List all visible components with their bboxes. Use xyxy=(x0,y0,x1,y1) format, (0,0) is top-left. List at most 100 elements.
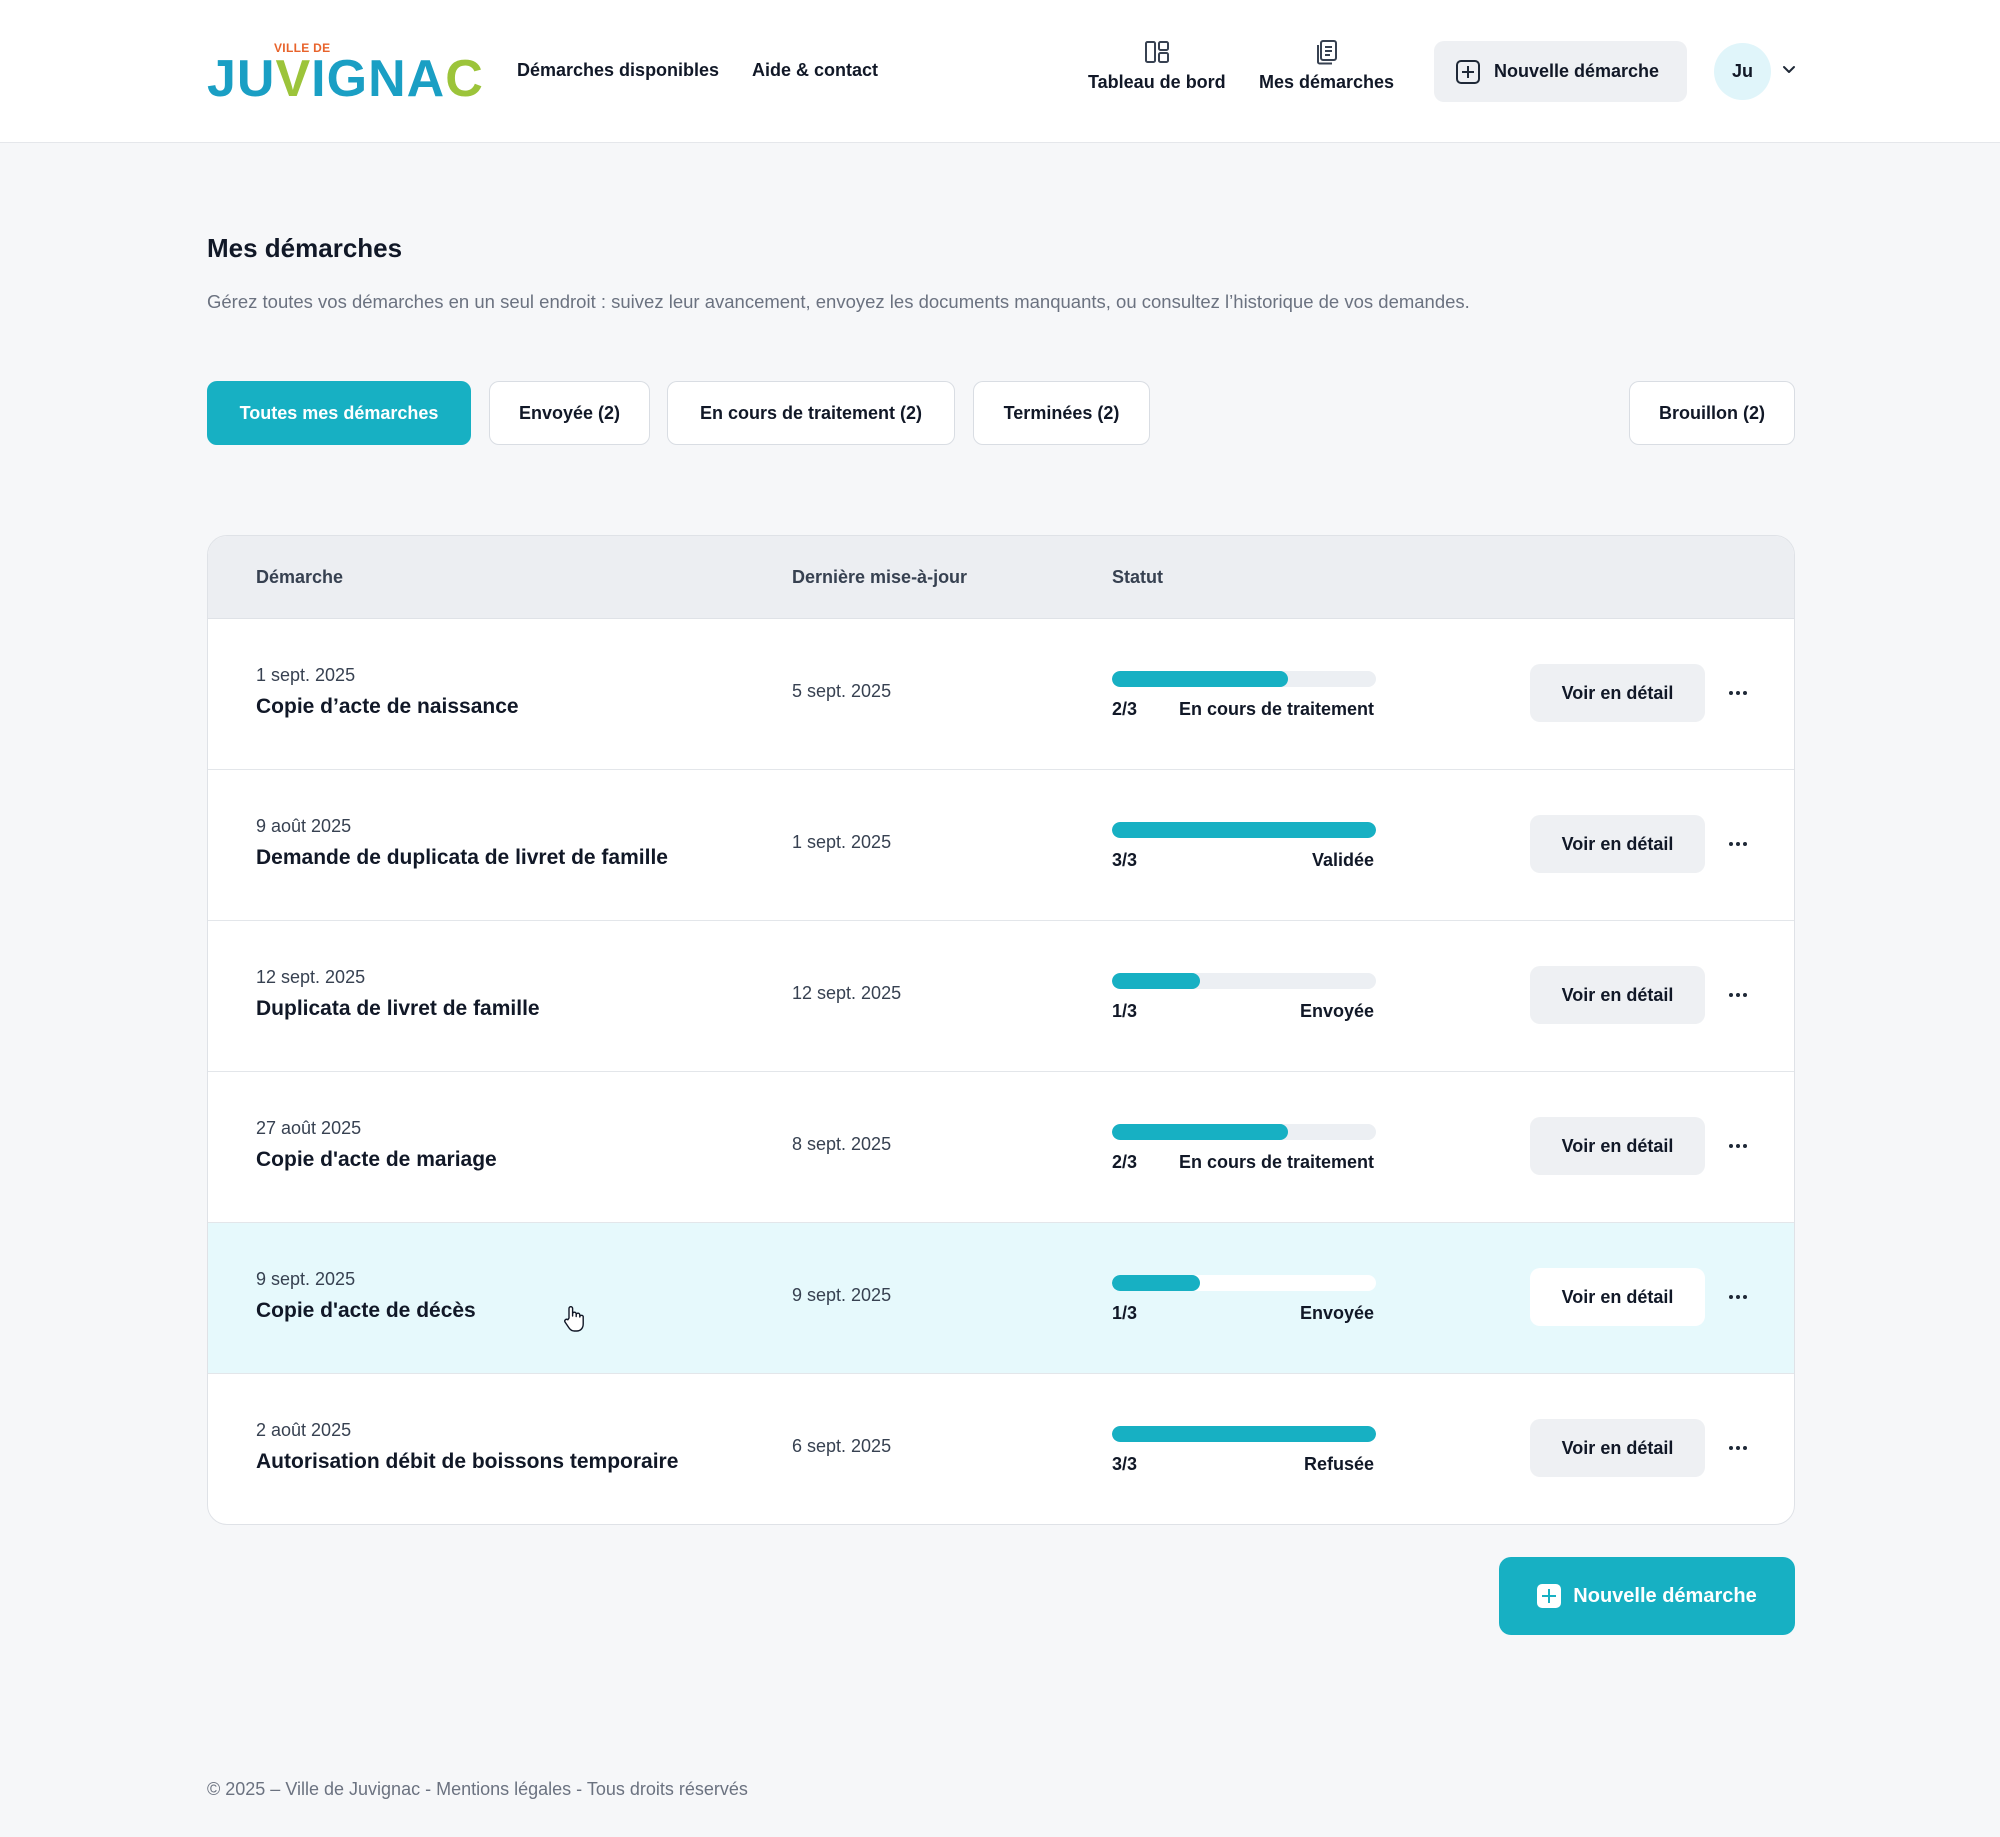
progress-bar xyxy=(1112,1426,1376,1442)
logo-letter: V xyxy=(275,50,312,108)
row-demarche-title[interactable]: Autorisation débit de boissons temporair… xyxy=(256,1450,678,1474)
documents-icon xyxy=(1316,40,1337,65)
voir-en-detail-button[interactable]: Voir en détail xyxy=(1530,1268,1705,1326)
logo-letter: J xyxy=(207,50,237,108)
new-demarche-button-label: Nouvelle démarche xyxy=(1494,61,1660,81)
dot xyxy=(1743,1295,1747,1299)
dot xyxy=(1736,993,1740,997)
progress-bar xyxy=(1112,1124,1376,1140)
progress-bar-fill xyxy=(1112,1275,1200,1291)
progress-step: 1/3 xyxy=(1112,1001,1138,1021)
dot xyxy=(1743,842,1747,846)
row-last-update: 12 sept. 2025 xyxy=(792,983,902,1003)
user-avatar[interactable]: Ju xyxy=(1714,43,1771,100)
tab-envoyee[interactable]: Envoyée (2) xyxy=(489,381,650,445)
row-last-update: 1 sept. 2025 xyxy=(792,832,892,852)
dot xyxy=(1729,1446,1733,1450)
progress-bar xyxy=(1112,1275,1376,1291)
table-row[interactable]: 27 août 2025 Copie d'acte de mariage 8 sep… xyxy=(208,1072,1794,1223)
progress-bar-fill xyxy=(1112,671,1289,687)
status-label: En cours de traitement xyxy=(1178,1152,1374,1172)
progress-step: 3/3 xyxy=(1112,1454,1138,1474)
logo-letter: N xyxy=(368,50,407,108)
table-row[interactable]: 9 sept. 2025 Copie d'acte de décès 9 sept.… xyxy=(208,1223,1794,1374)
table-row[interactable]: 12 sept. 2025 Duplicata de livret de fami… xyxy=(208,921,1794,1072)
dot xyxy=(1743,1446,1747,1450)
more-options-icon[interactable] xyxy=(1724,681,1752,705)
page-title: Mes démarches xyxy=(207,233,403,263)
nav-mes-demarches-label: Mes démarches xyxy=(1259,72,1395,92)
column-header-statut: Statut xyxy=(1112,567,1163,587)
new-demarche-button-header[interactable]: Nouvelle démarche xyxy=(1434,41,1687,102)
logo-letter: I xyxy=(311,50,327,108)
tab-toutes-mes-demarches[interactable]: Toutes mes démarches xyxy=(207,381,471,445)
more-options-icon[interactable] xyxy=(1724,1134,1752,1158)
row-demarche-title[interactable]: Duplicata de livret de famille xyxy=(256,997,540,1021)
status-label: Envoyée xyxy=(1299,1303,1374,1323)
row-demarche-title[interactable]: Copie d'acte de mariage xyxy=(256,1148,497,1172)
logo-wordmark: JUVIGNAC xyxy=(207,51,484,107)
status-label: En cours de traitement xyxy=(1178,699,1374,719)
row-demarche-title[interactable]: Copie d’acte de naissance xyxy=(256,695,519,719)
status-label: Validée xyxy=(1311,850,1374,870)
new-demarche-button[interactable]: Nouvelle démarche xyxy=(1499,1557,1795,1635)
row-created-date: 2 août 2025 xyxy=(256,1420,352,1440)
dot xyxy=(1743,993,1747,997)
progress-step: 3/3 xyxy=(1112,850,1138,870)
dot xyxy=(1736,842,1740,846)
progress-step: 2/3 xyxy=(1112,699,1138,719)
row-created-date: 1 sept. 2025 xyxy=(256,665,356,685)
plus-square-icon xyxy=(1537,1584,1562,1608)
logo-letter: U xyxy=(236,50,276,108)
row-demarche-title[interactable]: Demande de duplicata de livret de famill… xyxy=(256,846,668,870)
plus-square-icon xyxy=(1456,59,1480,84)
more-options-icon[interactable] xyxy=(1724,1285,1752,1309)
row-last-update: 6 sept. 2025 xyxy=(792,1436,892,1456)
progress-bar-fill xyxy=(1112,1124,1289,1140)
nav-link-aide-contact[interactable]: Aide & contact xyxy=(752,60,878,81)
tab-en-cours-de-traitement[interactable]: En cours de traitement (2) xyxy=(667,381,955,445)
row-last-update: 8 sept. 2025 xyxy=(792,1134,892,1154)
logo-letter: A xyxy=(406,50,446,108)
more-options-icon[interactable] xyxy=(1724,832,1752,856)
row-created-date: 9 sept. 2025 xyxy=(256,1269,356,1289)
dot xyxy=(1729,842,1733,846)
table-row[interactable]: 1 sept. 2025 Copie d’acte de naissance 5 s… xyxy=(208,619,1794,770)
dot xyxy=(1743,691,1747,695)
dot xyxy=(1729,1295,1733,1299)
tab-terminees[interactable]: Terminées (2) xyxy=(973,381,1150,445)
nav-tableau-de-bord-label: Tableau de bord xyxy=(1088,72,1226,92)
dot xyxy=(1736,1144,1740,1148)
row-last-update: 9 sept. 2025 xyxy=(792,1285,892,1305)
table-row[interactable]: 9 août 2025 Demande de duplicata de livre… xyxy=(208,770,1794,921)
voir-en-detail-button[interactable]: Voir en détail xyxy=(1530,1117,1705,1175)
voir-en-detail-button[interactable]: Voir en détail xyxy=(1530,1419,1705,1477)
progress-step: 2/3 xyxy=(1112,1152,1138,1172)
logo-letter: C xyxy=(445,50,484,108)
status-label: Refusée xyxy=(1303,1454,1374,1474)
dot xyxy=(1729,993,1733,997)
chevron-down-icon[interactable] xyxy=(1781,61,1797,77)
nav-link-demarches-disponibles[interactable]: Démarches disponibles xyxy=(517,60,719,81)
progress-bar xyxy=(1112,671,1376,687)
row-created-date: 9 août 2025 xyxy=(256,816,352,836)
top-header: VILLE DE JUVIGNAC Démarches disponibles … xyxy=(0,0,2000,143)
juvignac-logo[interactable]: VILLE DE JUVIGNAC xyxy=(207,40,483,107)
row-created-date: 27 août 2025 xyxy=(256,1118,362,1138)
nav-tableau-de-bord[interactable]: Tableau de bord xyxy=(1088,38,1226,93)
more-options-icon[interactable] xyxy=(1724,983,1752,1007)
dot xyxy=(1729,691,1733,695)
hand-cursor-icon xyxy=(564,1306,584,1332)
voir-en-detail-button[interactable]: Voir en détail xyxy=(1530,664,1705,722)
voir-en-detail-button[interactable]: Voir en détail xyxy=(1530,815,1705,873)
tab-brouillon[interactable]: Brouillon (2) xyxy=(1629,381,1795,445)
column-header-demarche: Démarche xyxy=(256,567,344,587)
row-demarche-title[interactable]: Copie d'acte de décès xyxy=(256,1299,476,1323)
table-row[interactable]: 2 août 2025 Autorisation débit de boisson… xyxy=(208,1374,1794,1524)
voir-en-detail-button[interactable]: Voir en détail xyxy=(1530,966,1705,1024)
more-options-icon[interactable] xyxy=(1724,1436,1752,1460)
progress-step: 1/3 xyxy=(1112,1303,1138,1323)
dot xyxy=(1736,1295,1740,1299)
nav-mes-demarches[interactable]: Mes démarches xyxy=(1259,38,1394,93)
dot xyxy=(1729,1144,1733,1148)
